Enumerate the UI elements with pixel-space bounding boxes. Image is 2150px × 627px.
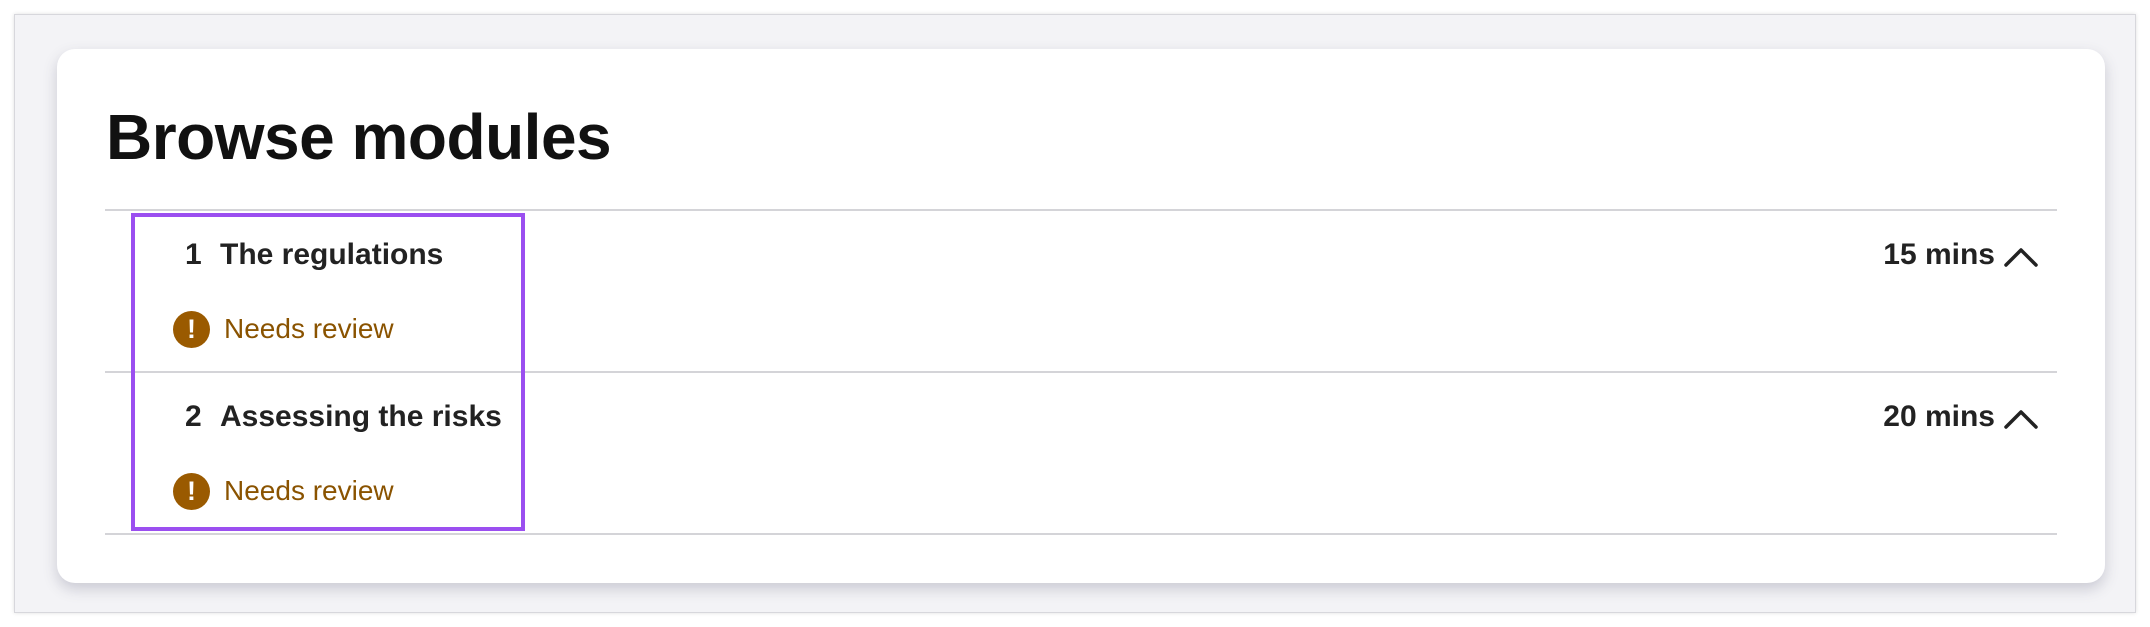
status-badge: ! Needs review [173,471,394,511]
module-duration: 20 mins [1883,400,1995,433]
chevron-up-icon[interactable] [2001,239,2041,273]
status-text: Needs review [224,313,394,344]
warning-icon: ! [173,472,210,510]
warning-icon: ! [173,310,210,348]
status-badge: ! Needs review [173,309,394,349]
module-number: 2 [185,400,202,433]
module-title: The regulations [220,238,444,271]
divider [105,533,2057,535]
chevron-up-icon[interactable] [2001,401,2041,435]
module-row-1[interactable]: 1 The regulations ! Needs review 15 mins [105,211,2057,371]
module-number: 1 [185,238,202,271]
module-duration: 15 mins [1883,238,1995,271]
module-title: Assessing the risks [220,400,502,433]
module-row-2[interactable]: 2 Assessing the risks ! Needs review 20 … [105,373,2057,533]
status-text: Needs review [224,475,394,506]
page-title: Browse modules [106,101,612,173]
